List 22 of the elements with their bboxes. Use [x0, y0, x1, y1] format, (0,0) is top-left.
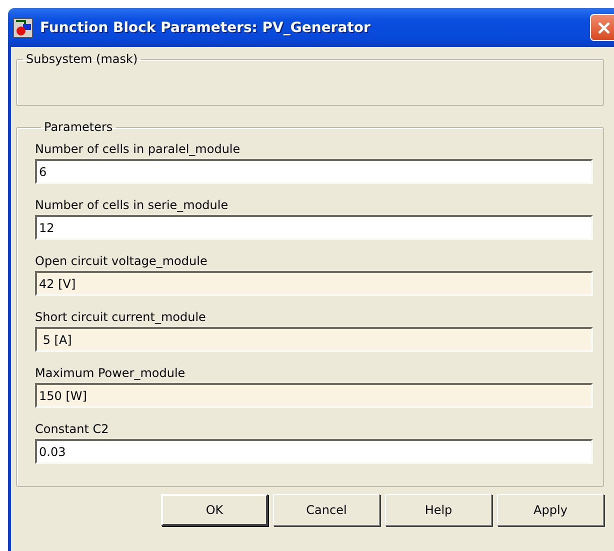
parameter-label: Short circuit current_module: [35, 310, 207, 324]
input-field[interactable]: 42 [V]: [35, 271, 593, 296]
input-field[interactable]: 6: [35, 159, 593, 184]
input-field[interactable]: 5 [A]: [35, 327, 593, 352]
block-diagram-icon: [13, 18, 33, 38]
window-title: Function Block Parameters: PV_Generator: [40, 20, 370, 36]
input-field[interactable]: 150 [W]: [35, 383, 593, 408]
dialog-button[interactable]: Apply: [497, 494, 604, 526]
group-title: Parameters: [43, 120, 114, 134]
parameter-label: Number of cells in paralel_module: [35, 142, 242, 156]
dialog-button[interactable]: Cancel: [273, 494, 380, 526]
parameter-label: Maximum Power_module: [35, 366, 186, 380]
dialog-button[interactable]: OK: [161, 494, 268, 526]
input-field[interactable]: 12: [35, 215, 593, 240]
input-field[interactable]: 0.03: [35, 439, 593, 464]
group-title: Subsystem (mask): [25, 52, 139, 66]
dialog-button[interactable]: Help: [385, 494, 492, 526]
close-icon: [596, 20, 610, 34]
parameter-label: Number of cells in serie_module: [35, 198, 230, 212]
parameter-label: Open circuit voltage_module: [35, 254, 208, 268]
close-button[interactable]: [590, 14, 614, 41]
parameter-label: Constant C2: [35, 422, 110, 436]
